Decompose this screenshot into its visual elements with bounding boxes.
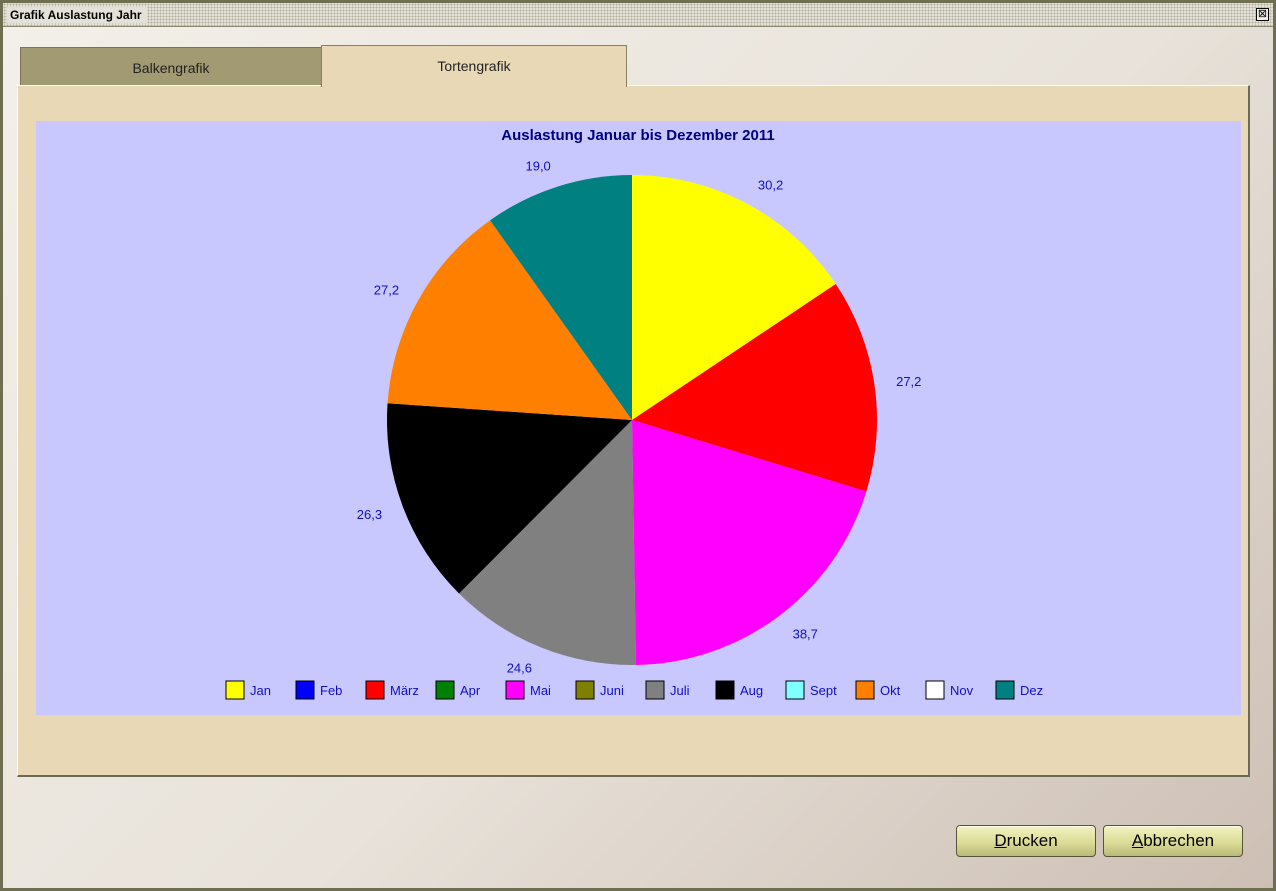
legend-label-maerz: März bbox=[390, 683, 419, 698]
chart-title: Auslastung Januar bis Dezember 2011 bbox=[501, 127, 774, 144]
legend-label-juli: Juli bbox=[670, 683, 690, 698]
legend-swatch-okt bbox=[855, 680, 875, 700]
pie-chart-canvas: Auslastung Januar bis Dezember 2011 30,2… bbox=[225, 127, 1043, 700]
slice-label-jan: 30,2 bbox=[758, 178, 783, 193]
legend-label-sept: Sept bbox=[810, 683, 837, 698]
legend-swatch-jan bbox=[225, 680, 245, 700]
legend-swatch-apr bbox=[435, 680, 455, 700]
cancel-button-mnemonic: A bbox=[1131, 831, 1144, 850]
window-title: Grafik Auslastung Jahr bbox=[7, 7, 147, 23]
legend-swatch-juli bbox=[645, 680, 665, 700]
legend-label-jan: Jan bbox=[250, 683, 271, 698]
tab-tortengrafik[interactable]: Tortengrafik bbox=[321, 45, 627, 87]
legend-label-juni: Juni bbox=[600, 683, 624, 698]
dialog-window: Grafik Auslastung Jahr ⊠ Balkengrafik To… bbox=[0, 0, 1276, 891]
chart-legend: Jan Feb März Apr Mai Juni Juli Aug Sept Okt Nov Dez bbox=[225, 680, 1043, 700]
pie-slices bbox=[386, 175, 878, 666]
print-button[interactable]: Drucken bbox=[956, 825, 1096, 857]
slice-label-aug: 26,3 bbox=[357, 507, 382, 522]
cancel-button[interactable]: Abbrechen bbox=[1103, 825, 1243, 857]
title-bar[interactable]: Grafik Auslastung Jahr ⊠ bbox=[3, 3, 1273, 27]
legend-label-dez: Dez bbox=[1020, 683, 1043, 698]
legend-label-okt: Okt bbox=[880, 683, 901, 698]
slice-label-juli: 24,6 bbox=[507, 661, 532, 676]
slice-label-mai: 38,7 bbox=[793, 626, 818, 641]
pie-chart: Auslastung Januar bis Dezember 2011 30,2… bbox=[36, 121, 1241, 715]
legend-swatch-aug bbox=[715, 680, 735, 700]
slice-label-okt: 27,2 bbox=[374, 283, 399, 298]
legend-swatch-dez bbox=[995, 680, 1015, 700]
legend-label-mai: Mai bbox=[530, 683, 551, 698]
legend-label-apr: Apr bbox=[460, 683, 481, 698]
legend-swatch-maerz bbox=[365, 680, 385, 700]
tab-balkengrafik[interactable]: Balkengrafik bbox=[20, 47, 322, 86]
legend-swatch-feb bbox=[295, 680, 315, 700]
cancel-button-label: bbrechen bbox=[1143, 831, 1215, 850]
slice-label-dez: 19,0 bbox=[525, 159, 550, 174]
close-icon[interactable]: ⊠ bbox=[1256, 8, 1269, 21]
legend-swatch-nov bbox=[925, 680, 945, 700]
legend-swatch-mai bbox=[505, 680, 525, 700]
legend-label-feb: Feb bbox=[320, 683, 342, 698]
legend-swatch-sept bbox=[785, 680, 805, 700]
legend-label-nov: Nov bbox=[950, 683, 974, 698]
print-button-label: rucken bbox=[1006, 831, 1058, 850]
print-button-mnemonic: D bbox=[994, 831, 1007, 850]
legend-label-aug: Aug bbox=[740, 683, 763, 698]
slice-label-maerz: 27,2 bbox=[896, 374, 921, 389]
legend-swatch-juni bbox=[575, 680, 595, 700]
